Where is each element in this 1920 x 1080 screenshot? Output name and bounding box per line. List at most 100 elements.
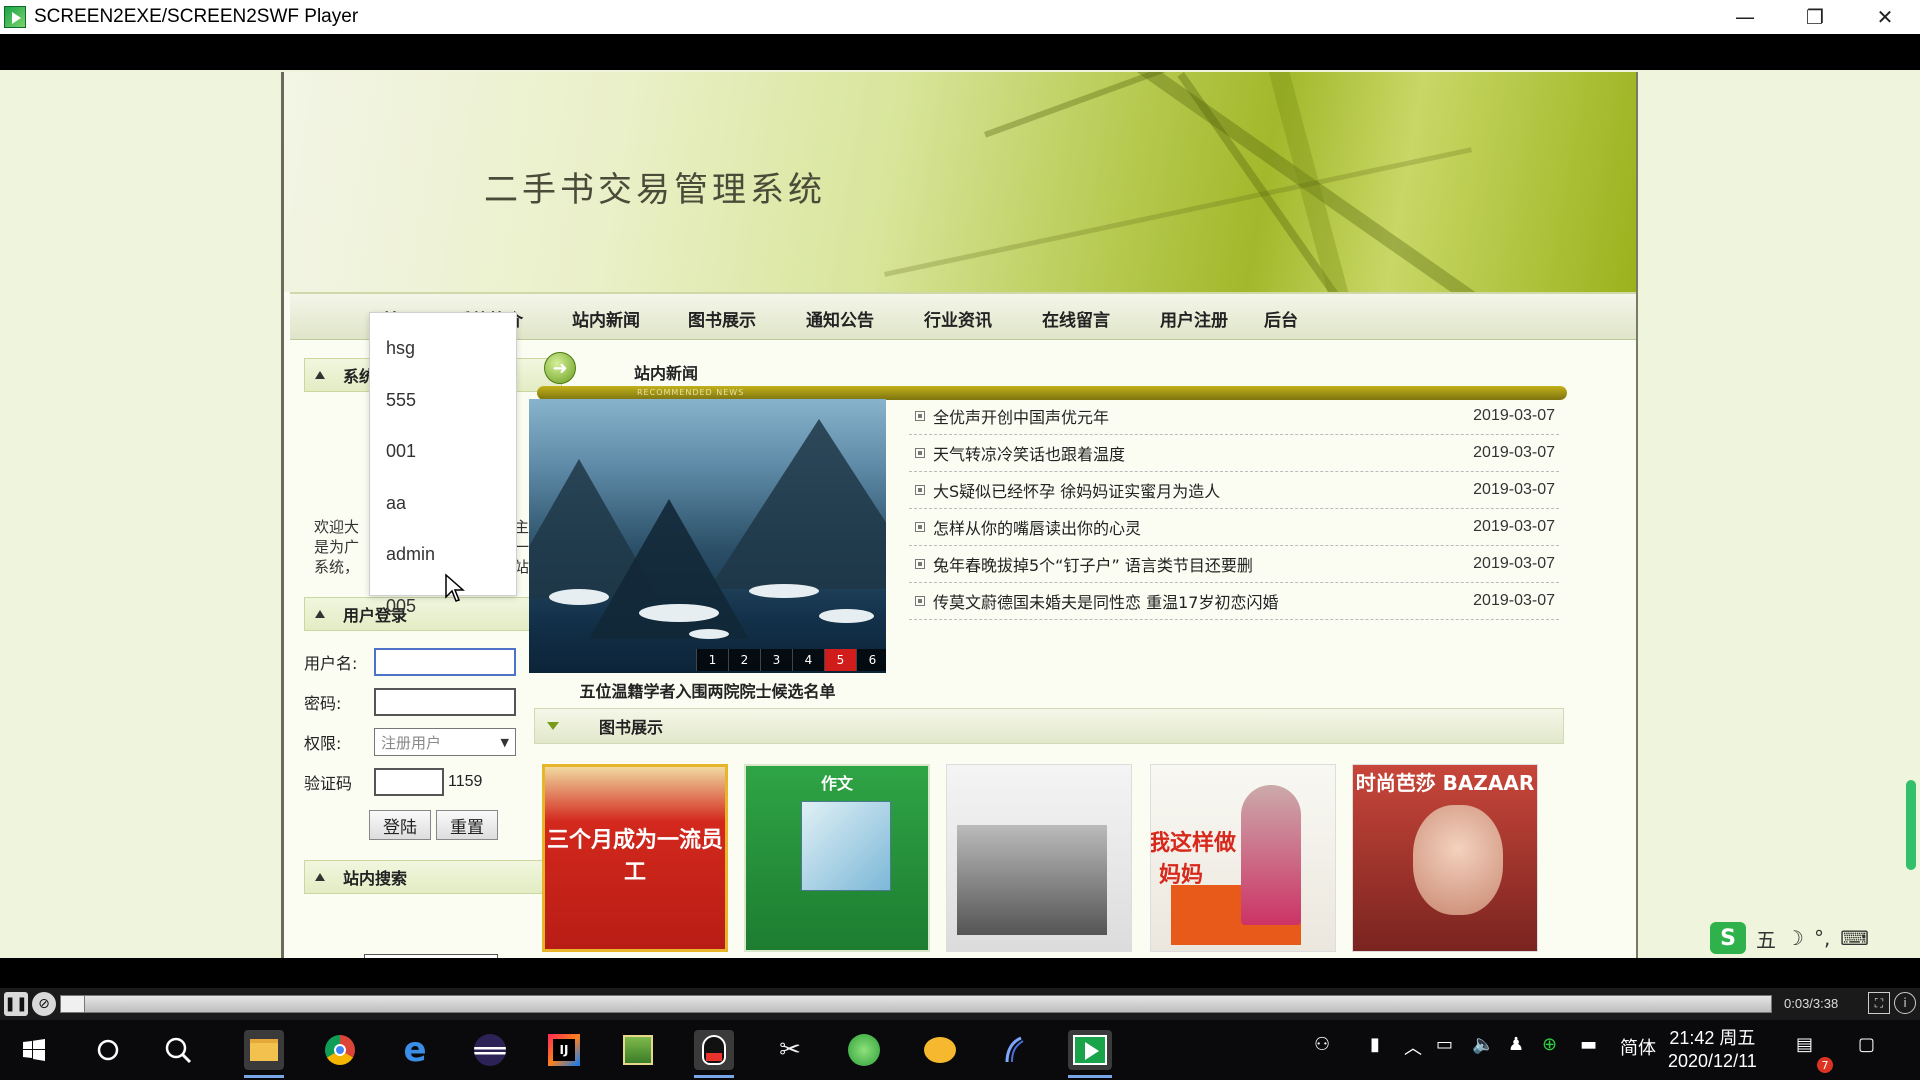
display-icon[interactable]: ▭ [1436,1034,1453,1055]
viewport-scrollbar[interactable] [1906,780,1916,870]
autocomplete-option[interactable]: 001 [370,426,516,478]
photo-pager: 1 2 3 4 5 6 [696,649,886,671]
pager-button[interactable]: 6 [856,649,886,671]
maximize-button[interactable]: ❐ [1780,0,1850,34]
navicat-icon[interactable] [618,1030,658,1070]
books-header: 图书展示 [534,708,1564,744]
keyboard-icon[interactable]: ⌨ [1840,926,1869,950]
password-label: 密码: [304,694,342,713]
nav-register[interactable]: 用户注册 [1160,306,1228,331]
screen2exe-player-icon[interactable] [1068,1030,1112,1078]
collapse-triangle-icon [315,371,325,379]
pager-button[interactable]: 2 [728,649,760,671]
file-explorer-icon[interactable] [244,1030,284,1078]
news-item[interactable]: 传莫文蔚德国未婚夫是同性恋 重温17岁初恋闪婚 2019-03-07 [909,583,1559,620]
autocomplete-option[interactable]: aa [370,478,516,530]
book-cover[interactable]: 作文 [744,764,930,952]
book-cover[interactable]: 三个月成为一流员工 [542,764,728,952]
system-clock[interactable]: 21:42 周五 2020/12/11 [1668,1027,1757,1073]
pager-button[interactable]: 4 [792,649,824,671]
book-cover[interactable]: 像我这样做妈妈 [1150,764,1336,952]
pager-button-active[interactable]: 5 [824,649,856,671]
nav-notices[interactable]: 通知公告 [806,306,874,331]
volume-muted-icon[interactable]: 🔈 [1472,1034,1494,1055]
news-item[interactable]: 怎样从你的嘴唇读出你的心灵 2019-03-07 [909,509,1559,546]
role-select[interactable]: 注册用户 ▼ [374,728,516,756]
player-top-band [0,34,1920,70]
ssr-icon[interactable] [994,1030,1034,1070]
punctuation-icon[interactable]: °, [1814,926,1830,950]
pager-button[interactable]: 3 [760,649,792,671]
close-button[interactable]: ✕ [1850,0,1920,34]
password-input[interactable] [374,688,516,716]
arrow-right-icon: ➜ [544,352,576,384]
plus-tray-icon[interactable]: ⊕ [1542,1034,1557,1055]
nav-industry[interactable]: 行业资讯 [924,306,992,331]
seek-bar[interactable] [60,995,1772,1013]
chevron-up-icon[interactable]: ︿ [1404,1034,1422,1060]
autocomplete-option[interactable]: hsg [370,323,516,375]
news-bar-text: RECOMMENDED NEWS [637,388,745,397]
site-search-input[interactable] [364,954,498,958]
playback-time: 0:03/3:38 [1784,996,1839,1011]
nav-guestbook[interactable]: 在线留言 [1042,306,1110,331]
books-title: 图书展示 [599,718,664,737]
ime-lang[interactable]: 简体 [1620,1034,1656,1060]
fullscreen-icon[interactable]: ⛶ [1868,992,1890,1014]
news-item[interactable]: 兔年春晚拔掉5个“钉子户” 语言类节目还要删 2019-03-07 [909,546,1559,583]
search-icon[interactable] [158,1030,198,1070]
minimize-button[interactable]: — [1710,0,1780,34]
site-banner: 二手书交易管理系统 [284,72,1636,292]
windows-start-icon[interactable] [14,1030,54,1070]
password-row: 密码: [304,688,516,716]
news-item[interactable]: 全优声开创中国声优元年 2019-03-07 [909,398,1559,435]
battery-icon[interactable]: ▮ [1370,1034,1380,1055]
pager-button[interactable]: 1 [696,649,728,671]
ime-mode[interactable]: 五 [1756,924,1776,953]
nav-news[interactable]: 站内新闻 [572,306,640,331]
photo-caption[interactable]: 五位温籍学者入围两院院士候选名单 [529,678,886,702]
nav-books[interactable]: 图书展示 [688,306,756,331]
feige-icon[interactable] [920,1030,960,1070]
eclipse-icon[interactable] [470,1030,510,1070]
web-page: 二手书交易管理系统 首页 系统简介 站内新闻 图书展示 通知公告 行业资讯 在线… [281,72,1638,958]
autocomplete-option[interactable]: admin [370,529,516,581]
edge-icon[interactable]: e [395,1030,435,1070]
news-item[interactable]: 大S疑似已经怀孕 徐妈妈证实蜜月为造人 2019-03-07 [909,472,1559,509]
chrome-icon[interactable] [320,1030,360,1070]
moon-icon[interactable]: ☽ [1786,926,1804,950]
news-photo[interactable]: 1 2 3 4 5 6 [529,399,886,673]
info-icon[interactable]: i [1894,992,1916,1014]
autocomplete-option[interactable]: 555 [370,375,516,427]
intellij-icon[interactable]: IJ [544,1030,584,1070]
login-button[interactable]: 登陆 [369,810,431,840]
captcha-input[interactable] [374,768,444,796]
pause-button[interactable]: ❚❚ [4,992,28,1016]
reset-button[interactable]: 重置 [436,810,498,840]
book-cover[interactable] [946,764,1132,952]
player-controls: ❚❚ ⊘ 0:03/3:38 ⛶ i [0,988,1920,1020]
news-item[interactable]: 天气转凉冷笑话也跟着温度 2019-03-07 [909,435,1559,472]
message-icon[interactable]: ▤ [1796,1034,1813,1055]
autocomplete-option[interactable]: 005 [370,581,516,633]
stop-button[interactable]: ⊘ [32,992,56,1016]
username-label: 用户名: [304,654,358,673]
username-input[interactable] [374,648,516,676]
snipping-tool-icon[interactable]: ✂ [770,1030,810,1070]
sogou-ime-icon[interactable]: S [1710,922,1746,954]
site-search-header[interactable]: 站内搜索 [304,860,562,894]
action-center-icon[interactable]: ▢ [1858,1034,1875,1055]
role-row: 权限: 注册用户 ▼ [304,728,516,756]
book-cover[interactable]: 时尚芭莎 BAZAAR [1352,764,1538,952]
bullet-icon [915,596,925,606]
qq-icon[interactable] [694,1030,734,1078]
windows-taskbar: e IJ ✂ ⚇ ▮ ︿ ▭ 🔈 ♟ ⊕ ▬ 简体 21:42 周五 2020/… [0,1020,1920,1080]
people-icon[interactable]: ⚇ [1314,1034,1330,1055]
power-icon[interactable]: ▬ [1580,1034,1597,1055]
cortana-icon[interactable] [88,1030,128,1070]
qq-tray-icon[interactable]: ♟ [1508,1034,1524,1055]
browser-360-icon[interactable] [844,1030,884,1070]
nav-admin[interactable]: 后台 [1264,306,1298,331]
window-title: SCREEN2EXE/SCREEN2SWF Player [34,6,359,27]
mouse-cursor-icon [445,573,465,602]
